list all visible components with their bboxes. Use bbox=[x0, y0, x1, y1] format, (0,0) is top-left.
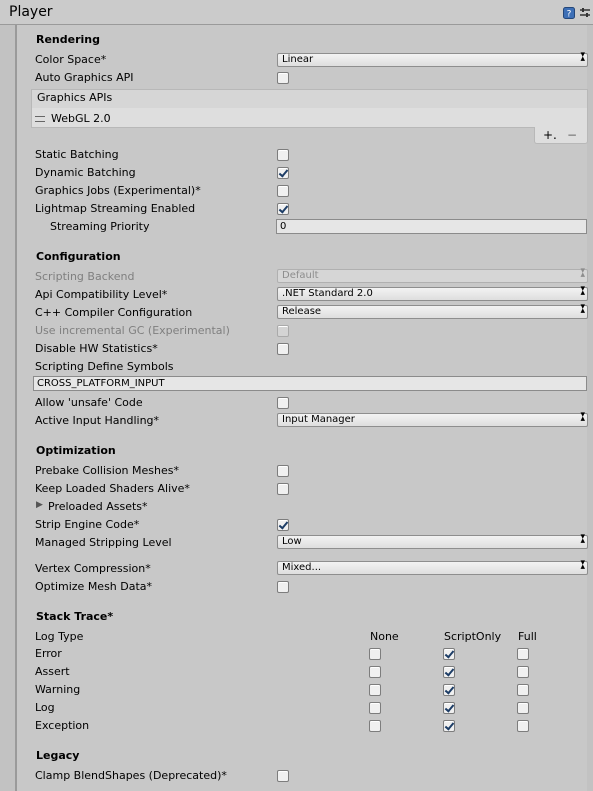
optimization-heading: Optimization bbox=[36, 444, 116, 457]
warning-full-checkbox[interactable] bbox=[517, 684, 529, 696]
color-space-label: Color Space* bbox=[35, 53, 107, 66]
log-type-row-label: Log bbox=[35, 701, 55, 714]
log-type-row-label: Warning bbox=[35, 683, 81, 696]
error-full-checkbox[interactable] bbox=[517, 648, 529, 660]
settings-icon[interactable] bbox=[579, 7, 591, 19]
remove-button[interactable]: − bbox=[567, 128, 577, 142]
active-input-label: Active Input Handling* bbox=[35, 414, 160, 427]
auto-graphics-api-checkbox[interactable] bbox=[277, 72, 289, 84]
warning-scriptonly-checkbox[interactable] bbox=[443, 684, 455, 696]
optimize-mesh-checkbox[interactable] bbox=[277, 581, 289, 593]
preloaded-assets-foldout[interactable]: Preloaded Assets* bbox=[48, 500, 148, 513]
incremental-gc-label: Use incremental GC (Experimental) bbox=[35, 324, 230, 337]
assert-none-checkbox[interactable] bbox=[369, 666, 381, 678]
strip-engine-checkbox[interactable] bbox=[277, 519, 289, 531]
graphics-jobs-label: Graphics Jobs (Experimental)* bbox=[35, 184, 201, 197]
log-type-row-label: Error bbox=[35, 647, 62, 660]
log-type-row-label: Exception bbox=[35, 719, 90, 732]
strip-engine-label: Strip Engine Code* bbox=[35, 518, 140, 531]
inspector-header: Player ? bbox=[0, 0, 593, 25]
disable-hw-stats-label: Disable HW Statistics* bbox=[35, 342, 158, 355]
graphics-api-item[interactable]: WebGL 2.0 bbox=[51, 112, 111, 125]
graphics-jobs-checkbox[interactable] bbox=[277, 185, 289, 197]
rendering-heading: Rendering bbox=[36, 33, 100, 46]
managed-stripping-label: Managed Stripping Level bbox=[35, 536, 172, 549]
active-input-dropdown[interactable]: Input Manager bbox=[277, 409, 588, 427]
auto-graphics-api-label: Auto Graphics API bbox=[35, 71, 134, 84]
help-icon[interactable]: ? bbox=[563, 7, 575, 19]
lightmap-streaming-label: Lightmap Streaming Enabled bbox=[35, 202, 196, 215]
exception-full-checkbox[interactable] bbox=[517, 720, 529, 732]
foldout-arrow-icon[interactable]: ▶ bbox=[36, 500, 43, 510]
cpp-compiler-dropdown[interactable]: Release bbox=[277, 301, 588, 319]
cpp-compiler-label: C++ Compiler Configuration bbox=[35, 306, 193, 319]
configuration-heading: Configuration bbox=[36, 250, 121, 263]
log-scriptonly-checkbox[interactable] bbox=[443, 702, 455, 714]
streaming-priority-field[interactable]: 0 bbox=[276, 219, 587, 234]
clamp-blendshapes-label: Clamp BlendShapes (Deprecated)* bbox=[35, 769, 227, 782]
graphics-apis-list-header bbox=[31, 89, 588, 109]
prebake-checkbox[interactable] bbox=[277, 465, 289, 477]
scripting-backend-dropdown: Default bbox=[277, 265, 588, 283]
static-batching-label: Static Batching bbox=[35, 148, 119, 161]
assert-scriptonly-checkbox[interactable] bbox=[443, 666, 455, 678]
vertex-compression-label: Vertex Compression* bbox=[35, 562, 151, 575]
static-batching-checkbox[interactable] bbox=[277, 149, 289, 161]
lightmap-streaming-checkbox[interactable] bbox=[277, 203, 289, 215]
vertex-compression-dropdown[interactable]: Mixed... bbox=[277, 557, 588, 575]
dynamic-batching-checkbox[interactable] bbox=[277, 167, 289, 179]
managed-stripping-dropdown[interactable]: Low bbox=[277, 531, 588, 549]
exception-scriptonly-checkbox[interactable] bbox=[443, 720, 455, 732]
api-compat-label: Api Compatibility Level* bbox=[35, 288, 168, 301]
svg-text:?: ? bbox=[567, 10, 572, 20]
allow-unsafe-label: Allow 'unsafe' Code bbox=[35, 396, 143, 409]
incremental-gc-checkbox bbox=[277, 325, 289, 337]
exception-none-checkbox[interactable] bbox=[369, 720, 381, 732]
full-column-header: Full bbox=[518, 630, 537, 643]
graphics-apis-list bbox=[31, 108, 588, 128]
assert-full-checkbox[interactable] bbox=[517, 666, 529, 678]
keep-shaders-checkbox[interactable] bbox=[277, 483, 289, 495]
clamp-blendshapes-checkbox[interactable] bbox=[277, 770, 289, 782]
error-none-checkbox[interactable] bbox=[369, 648, 381, 660]
prebake-label: Prebake Collision Meshes* bbox=[35, 464, 179, 477]
legacy-heading: Legacy bbox=[36, 749, 80, 762]
define-symbols-field[interactable]: CROSS_PLATFORM_INPUT bbox=[33, 376, 587, 391]
log-full-checkbox[interactable] bbox=[517, 702, 529, 714]
error-scriptonly-checkbox[interactable] bbox=[443, 648, 455, 660]
disable-hw-stats-checkbox[interactable] bbox=[277, 343, 289, 355]
optimize-mesh-label: Optimize Mesh Data* bbox=[35, 580, 153, 593]
warning-none-checkbox[interactable] bbox=[369, 684, 381, 696]
log-type-row-label: Assert bbox=[35, 665, 70, 678]
allow-unsafe-checkbox[interactable] bbox=[277, 397, 289, 409]
scripting-backend-label: Scripting Backend bbox=[35, 270, 135, 283]
define-symbols-label: Scripting Define Symbols bbox=[35, 360, 174, 373]
streaming-priority-label: Streaming Priority bbox=[50, 220, 150, 233]
drag-handle-icon[interactable] bbox=[35, 116, 45, 122]
graphics-apis-label: Graphics APIs bbox=[37, 91, 113, 104]
dynamic-batching-label: Dynamic Batching bbox=[35, 166, 136, 179]
add-button[interactable]: +. bbox=[543, 128, 557, 142]
api-compat-dropdown[interactable]: .NET Standard 2.0 bbox=[277, 283, 588, 301]
log-type-header: Log Type bbox=[35, 630, 84, 643]
log-none-checkbox[interactable] bbox=[369, 702, 381, 714]
keep-shaders-label: Keep Loaded Shaders Alive* bbox=[35, 482, 190, 495]
color-space-dropdown[interactable]: Linear bbox=[277, 49, 588, 67]
page-title: Player bbox=[9, 4, 53, 20]
stack-trace-heading: Stack Trace* bbox=[36, 610, 114, 623]
scriptonly-column-header: ScriptOnly bbox=[444, 630, 502, 643]
none-column-header: None bbox=[370, 630, 399, 643]
